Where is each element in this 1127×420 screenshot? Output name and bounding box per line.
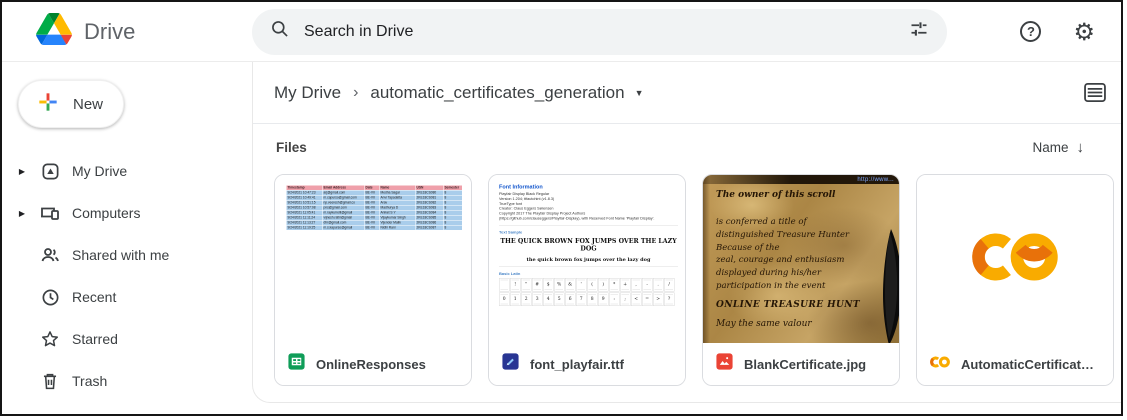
font-info-lines: Playfair Display Black RegularVersion 1.… <box>499 192 678 221</box>
colab-logo-large-icon <box>967 228 1063 291</box>
search-icon[interactable] <box>270 19 290 44</box>
file-card-automaticcertificate[interactable]: AutomaticCertificate… <box>916 174 1114 386</box>
sidebar-item-label: Computers <box>72 205 140 221</box>
app-header: Drive Search in Drive ? ⚙ <box>2 2 1121 62</box>
google-sheets-icon <box>287 352 306 376</box>
my-drive-icon <box>40 161 60 181</box>
sidebar-item-label: My Drive <box>72 163 127 179</box>
certificate-event-line: ONLINE TREASURE HUNT <box>716 300 864 310</box>
sort-label[interactable]: Name <box>1032 140 1068 155</box>
certificate-title-line: The owner of this scroll <box>716 190 864 200</box>
font-file-thumbnail: Font Information Playfair Display Black … <box>489 175 685 343</box>
folder-dropdown-caret-icon[interactable]: ▼ <box>635 88 644 98</box>
file-grid: TimestampEmail AddressDateNameUSNSemeste… <box>252 170 1123 386</box>
files-header-row: Files Name ↓ <box>252 124 1123 170</box>
sidebar-item-shared-with-me[interactable]: Shared with me <box>2 234 252 276</box>
colab-thumbnail <box>917 175 1113 343</box>
settings-gear-icon[interactable]: ⚙ <box>1073 20 1095 44</box>
mini-spreadsheet: TimestampEmail AddressDateNameUSNSemeste… <box>286 185 379 231</box>
file-card-footer: OnlineResponses <box>275 343 471 385</box>
clock-icon <box>40 287 60 307</box>
new-button[interactable]: New <box>18 80 124 128</box>
file-name: OnlineResponses <box>316 357 426 372</box>
file-card-blankcertificate[interactable]: http://www... The owner of this scroll i… <box>702 174 900 386</box>
file-card-footer: BlankCertificate.jpg <box>703 343 899 385</box>
sort-by-name-control[interactable]: Name ↓ <box>1032 139 1084 156</box>
star-icon <box>40 329 60 349</box>
new-button-label: New <box>73 96 103 113</box>
people-icon <box>40 245 60 265</box>
search-options-icon[interactable] <box>909 19 929 44</box>
drive-logo[interactable]: Drive <box>2 13 252 50</box>
certificate-body-lines: is conferred a title ofdistinguished Tre… <box>716 216 864 293</box>
computers-icon <box>40 203 60 223</box>
image-file-icon <box>715 352 734 376</box>
sidebar-item-trash[interactable]: Trash <box>2 360 252 402</box>
expand-arrow-icon[interactable]: ▶ <box>16 209 28 218</box>
certificate-closing-line: May the same valour <box>716 319 864 329</box>
list-view-toggle-icon[interactable] <box>1084 83 1106 102</box>
sidebar: New ▶ My Drive ▶ Computers <box>2 62 252 414</box>
sidebar-item-recent[interactable]: Recent <box>2 276 252 318</box>
search-input[interactable]: Search in Drive <box>304 23 895 41</box>
drive-logo-icon <box>36 13 72 50</box>
sort-direction-arrow-icon[interactable]: ↓ <box>1077 139 1085 156</box>
certificate-watermark-url: http://www... <box>857 177 894 183</box>
colab-icon <box>929 355 951 374</box>
sidebar-nav: ▶ My Drive ▶ Computers <box>2 150 252 402</box>
breadcrumb-folder[interactable]: automatic_certificates_generation <box>370 83 624 103</box>
file-name: font_playfair.ttf <box>530 357 624 372</box>
sidebar-item-starred[interactable]: Starred <box>2 318 252 360</box>
text-sample-heading: Text Sample <box>499 230 678 235</box>
app-title: Drive <box>84 19 135 45</box>
sidebar-item-my-drive[interactable]: ▶ My Drive <box>2 150 252 192</box>
sidebar-item-label: Starred <box>72 331 118 347</box>
search-bar[interactable]: Search in Drive <box>252 9 947 55</box>
font-info-title: Font Information <box>499 184 678 190</box>
help-icon[interactable]: ? <box>1020 21 1041 42</box>
spreadsheet-thumbnail: TimestampEmail AddressDateNameUSNSemeste… <box>275 175 471 343</box>
sidebar-item-computers[interactable]: ▶ Computers <box>2 192 252 234</box>
breadcrumb-chevron-icon: › <box>353 84 358 102</box>
main-content: My Drive › automatic_certificates_genera… <box>252 62 1123 414</box>
font-file-icon <box>501 352 520 376</box>
drive-window: Drive Search in Drive ? ⚙ <box>0 0 1123 416</box>
basic-latin-heading: Basic Latin <box>499 271 678 276</box>
sidebar-item-label: Recent <box>72 289 116 305</box>
trash-icon <box>40 371 60 391</box>
font-sample-lowercase: the quick brown fox jumps over the lazy … <box>499 257 678 263</box>
glyph-grid: !"#$%&'()*+,-./0123456789:;<=>? <box>499 278 678 306</box>
file-name: AutomaticCertificate… <box>961 357 1101 372</box>
breadcrumb-my-drive[interactable]: My Drive <box>274 83 341 103</box>
font-sample-uppercase: THE QUICK BROWN FOX JUMPS OVER THE LAZY … <box>499 237 678 252</box>
file-card-footer: font_playfair.ttf <box>489 343 685 385</box>
sidebar-item-label: Trash <box>72 373 107 389</box>
files-section-label: Files <box>276 140 307 155</box>
breadcrumb: My Drive › automatic_certificates_genera… <box>252 62 1123 124</box>
file-card-font-playfair[interactable]: Font Information Playfair Display Black … <box>488 174 686 386</box>
header-actions: ? ⚙ <box>1020 20 1121 44</box>
plus-multicolor-icon <box>35 89 61 119</box>
file-card-onlineresponses[interactable]: TimestampEmail AddressDateNameUSNSemeste… <box>274 174 472 386</box>
file-name: BlankCertificate.jpg <box>744 357 866 372</box>
expand-arrow-icon[interactable]: ▶ <box>16 167 28 176</box>
sidebar-item-label: Shared with me <box>72 247 169 263</box>
certificate-image-thumbnail: http://www... The owner of this scroll i… <box>703 175 899 343</box>
file-card-footer: AutomaticCertificate… <box>917 343 1113 385</box>
